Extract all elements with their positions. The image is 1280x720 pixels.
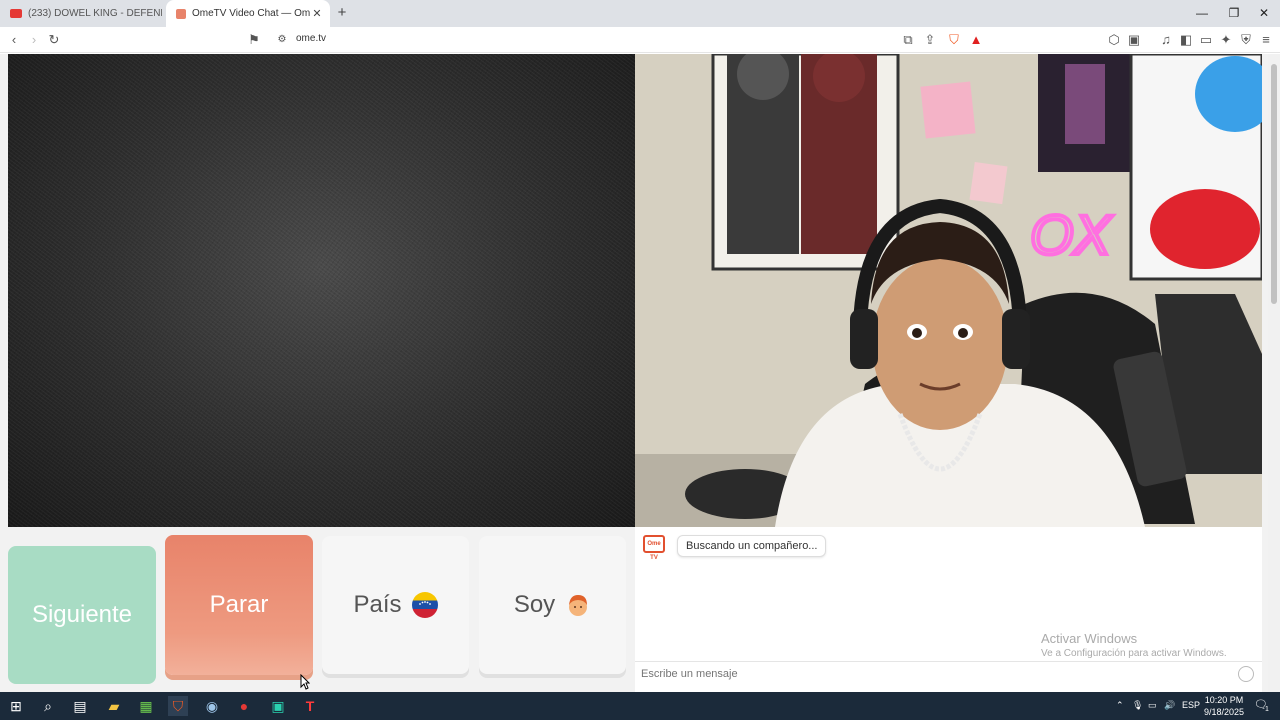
chat-panel: Ome TV Buscando un compañero... Activar … (635, 527, 1262, 692)
country-label: País (353, 591, 402, 618)
search-icon[interactable]: ⌕ (38, 696, 58, 716)
brave-shields-icon[interactable]: ⛉ (946, 32, 962, 48)
forward-icon[interactable]: › (26, 32, 42, 48)
clock-time: 10:20 PM (1204, 695, 1244, 705)
open-external-icon[interactable]: ⧉ (900, 32, 916, 48)
site-info-icon[interactable]: ⚙ (274, 32, 290, 48)
media-icon[interactable]: ♫ (1158, 32, 1174, 48)
youtube-icon (10, 9, 22, 18)
menu-icon[interactable]: ≡ (1258, 32, 1274, 48)
boy-emoji-icon (565, 592, 591, 618)
windows-taskbar: ⊞ ⌕ ▤ ▰ ▦ ⛉ ◉ ● ▣ T ⌃ 🎙 ▭ 🔊 ESP 10:20 PM… (0, 692, 1280, 720)
message-bar (635, 661, 1262, 686)
task-view-icon[interactable]: ▤ (70, 696, 90, 716)
sidebar-icon[interactable]: ◧ (1178, 32, 1194, 48)
back-icon[interactable]: ‹ (6, 32, 22, 48)
browser-toolbar: ‹ › ↻ ⚑ ⚙ ome.tv ⧉ ⇪ ⛉ ▲ ⬡ ▣ ♫ ◧ ▭ ✦ ⛨ ≡ (0, 27, 1280, 53)
extensions-icon[interactable]: ⬡ (1106, 32, 1122, 48)
page-scrollbar[interactable] (1268, 54, 1280, 692)
scrollbar-thumb[interactable] (1271, 64, 1277, 304)
windows-activation-subtitle: Ve a Configuración para activar Windows. (1041, 648, 1227, 659)
gender-label: Soy (513, 591, 556, 618)
new-tab-button[interactable]: + (334, 4, 350, 21)
tab-strip: (233) DOWEL KING - DEFENDER | VI OmeTV V… (0, 0, 1280, 27)
file-explorer-icon[interactable]: ▰ (104, 696, 124, 716)
share-icon[interactable]: ⇪ (922, 32, 938, 48)
mouse-cursor-icon (300, 674, 310, 690)
next-label: Siguiente (31, 601, 133, 628)
microphone-icon[interactable]: 🎙 (1132, 700, 1143, 711)
tiktok-studio-icon[interactable]: T (300, 696, 320, 716)
windows-activation-title: Activar Windows (1041, 631, 1138, 646)
leo-ai-icon[interactable]: ✦ (1218, 32, 1234, 48)
tray-chevron-icon[interactable]: ⌃ (1116, 700, 1124, 711)
minimize-button[interactable]: — (1186, 0, 1218, 27)
address-bar[interactable]: ome.tv (296, 33, 326, 44)
bookmark-icon[interactable]: ⚑ (246, 32, 262, 48)
emoji-icon[interactable] (1238, 666, 1254, 682)
tab-youtube[interactable]: (233) DOWEL KING - DEFENDER | VI (0, 0, 162, 27)
tab-label: (233) DOWEL KING - DEFENDER | VI (28, 8, 162, 19)
gender-button[interactable]: Soy (479, 536, 626, 674)
recorder-icon[interactable]: ● (234, 696, 254, 716)
country-button[interactable]: País (322, 536, 469, 674)
close-tab-icon[interactable]: ✕ (310, 7, 324, 20)
stop-label: Parar (209, 591, 269, 618)
svg-text:OX: OX (1030, 203, 1114, 266)
page-content: OX Siguiente Parar País Soy Ome TV Busca… (0, 54, 1280, 692)
screenshot-icon[interactable]: ▣ (1126, 32, 1142, 48)
partner-video-static (8, 54, 635, 527)
volume-icon[interactable]: 🔊 (1164, 700, 1175, 711)
clock-date: 9/18/2025 (1203, 707, 1245, 717)
android-app-icon[interactable]: ▣ (268, 696, 288, 716)
tab-ometv[interactable]: OmeTV Video Chat — Omeg ✕ (166, 0, 330, 27)
store-icon[interactable]: ▦ (136, 696, 156, 716)
reload-icon[interactable]: ↻ (46, 32, 62, 48)
brave-browser-icon[interactable]: ⛉ (168, 696, 188, 716)
next-button[interactable]: Siguiente (8, 546, 156, 684)
ometv-tab-icon (176, 8, 186, 19)
self-camera-video: OX (635, 54, 1262, 527)
camera-scene-image: OX (635, 54, 1262, 527)
tab-label: OmeTV Video Chat — Omeg (192, 8, 310, 19)
status-message: Buscando un compañero... (677, 535, 827, 557)
network-icon[interactable]: ▭ (1148, 700, 1157, 711)
vpn-icon[interactable]: ⛨ (1238, 32, 1254, 48)
message-input[interactable] (641, 666, 1201, 682)
maximize-button[interactable]: ❐ (1218, 0, 1250, 27)
ometv-logo-icon: Ome TV (643, 535, 665, 561)
video-noise (8, 54, 635, 527)
windows-start-icon[interactable]: ⊞ (6, 696, 26, 716)
notification-count: 1 (1265, 706, 1269, 713)
close-window-button[interactable]: ✕ (1248, 0, 1280, 27)
brave-rewards-icon[interactable]: ▲ (968, 32, 984, 48)
clock[interactable]: 10:20 PM 9/18/2025 (1196, 694, 1252, 718)
venezuela-flag-icon (411, 592, 438, 618)
app-icon[interactable]: ◉ (202, 696, 222, 716)
logo-text: Ome TV (647, 541, 661, 561)
stop-button[interactable]: Parar (165, 535, 313, 675)
wallet-icon[interactable]: ▭ (1198, 32, 1214, 48)
